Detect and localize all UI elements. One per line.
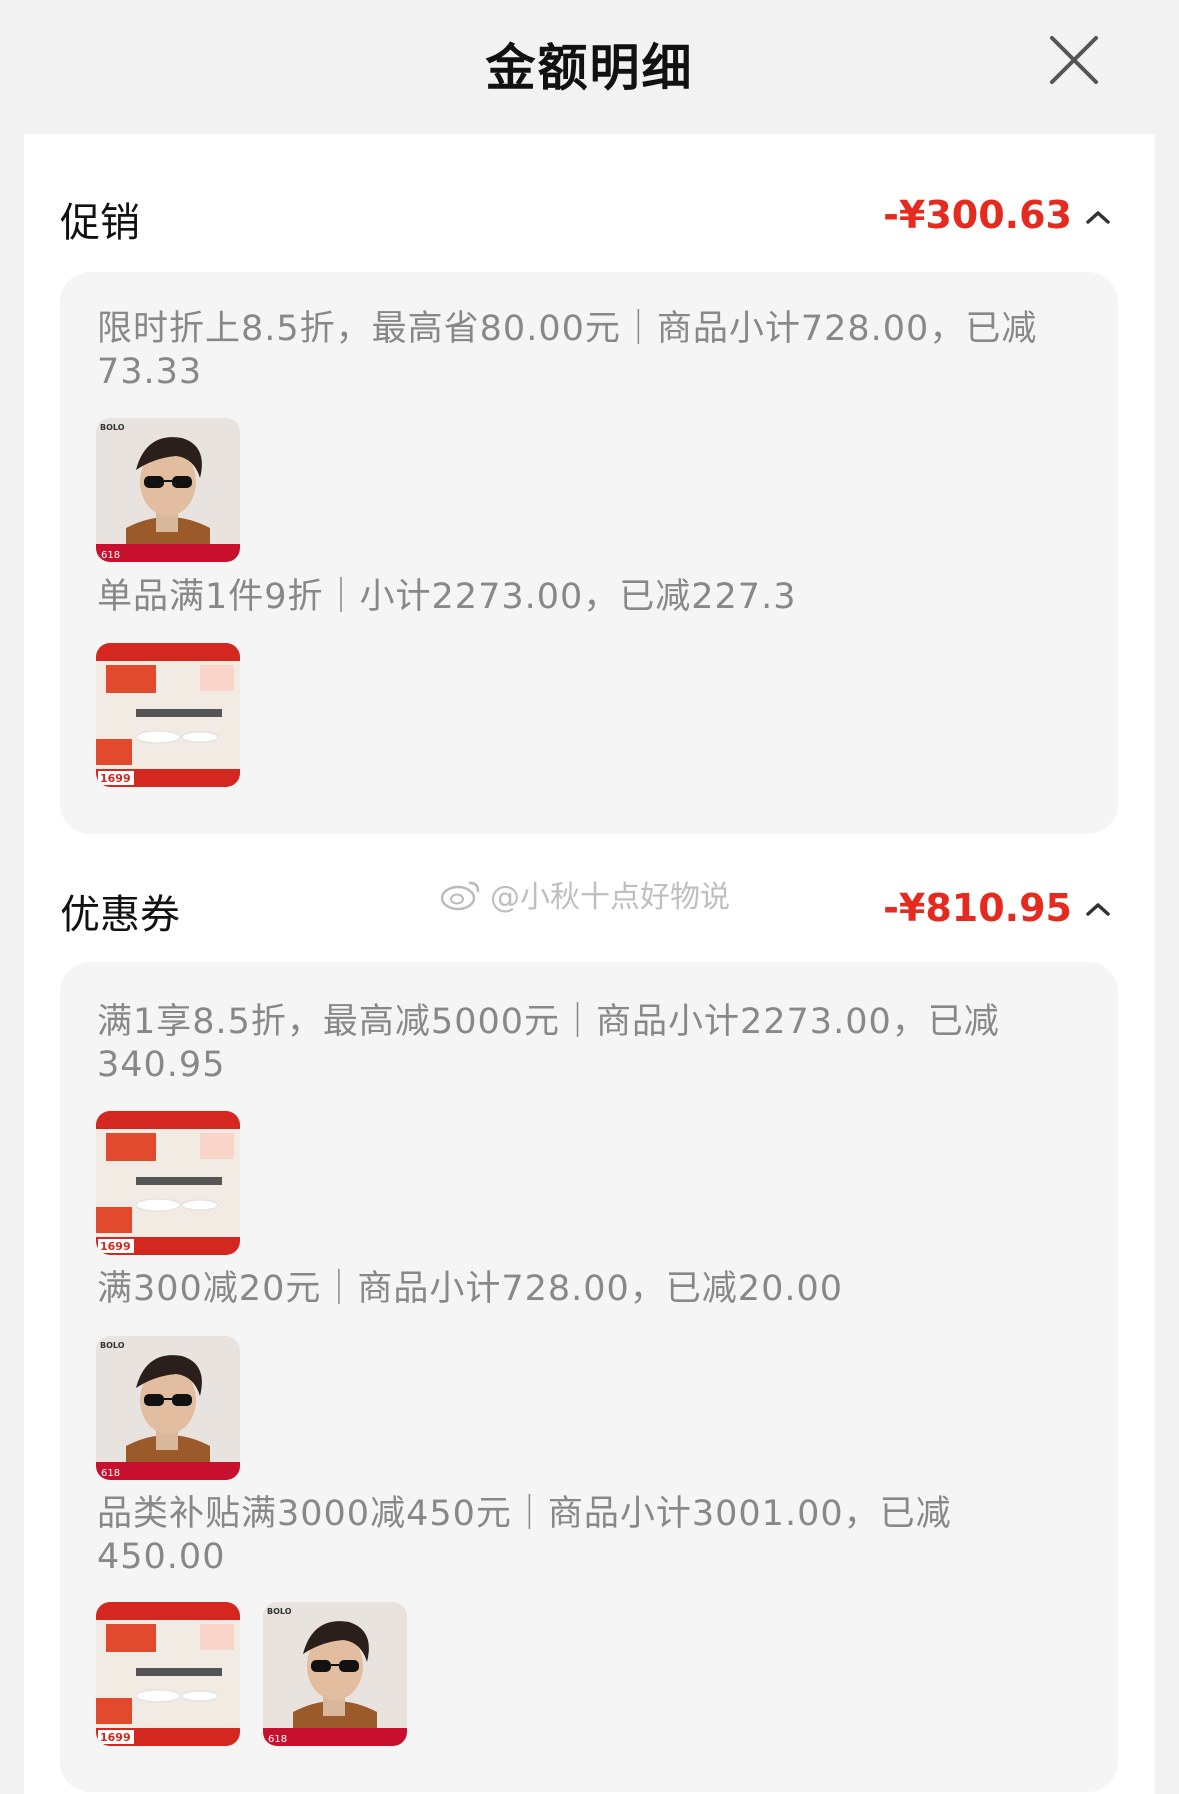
sunglasses-product-image: BOLO 618 [263,1602,407,1746]
rule-text: 限时折上8.5折，最高省80.00元｜商品小计728.00，已减 [97,309,1038,349]
close-icon[interactable] [1044,30,1104,90]
svg-text:BOLO: BOLO [100,423,125,432]
rule-text-cont: 73.33 [97,352,203,392]
amount-detail-sheet: 金额明细 促销 -¥300.63 限时折上8.5折，最高省80.00元｜商品小计… [0,0,1179,1794]
price-badge: 618 [268,1734,287,1745]
rule-text-cont: 450.00 [97,1537,226,1577]
coupon-rule-2: 满300减20元｜商品小计728.00，已减20.00 [97,1268,1097,1311]
watermark-text: @小秋十点好物说 [490,880,730,915]
ceiling-light-product-image: 1699 [96,1602,240,1746]
price-badge: 618 [101,550,120,561]
product-thumbnail-sunglasses[interactable]: BOLO 618 [96,418,240,562]
coupon-amount: -¥810.95 [883,886,1072,930]
promotion-amount: -¥300.63 [883,193,1072,237]
product-thumbnail-sunglasses[interactable]: BOLO 618 [96,1336,240,1480]
page-title: 金额明细 [485,39,694,97]
sunglasses-product-image: BOLO 618 [96,418,240,562]
product-thumbnail-ceiling-light[interactable]: 1699 [96,643,240,787]
svg-text:BOLO: BOLO [267,1607,292,1616]
rule-text-cont: 340.95 [97,1045,226,1085]
sunglasses-product-image: BOLO 618 [96,1336,240,1480]
chevron-up-icon[interactable] [1084,207,1112,227]
rule-text: 品类补贴满3000减450元｜商品小计3001.00，已减 [97,1494,952,1534]
rule-text: 满300减20元｜商品小计728.00，已减20.00 [97,1269,844,1309]
sheet-header: 金额明细 [0,0,1179,135]
coupon-title: 优惠券 [60,892,180,938]
rule-text: 单品满1件9折｜小计2273.00，已减227.3 [97,577,797,617]
watermark: @小秋十点好物说 [440,872,730,916]
product-thumbnail-ceiling-light[interactable]: 1699 [96,1602,240,1746]
coupon-rule-3: 品类补贴满3000减450元｜商品小计3001.00，已减 450.00 [97,1493,1097,1579]
product-thumbnail-ceiling-light[interactable]: 1699 [96,1111,240,1255]
weibo-icon [440,881,480,911]
price-badge: 1699 [100,1240,131,1253]
price-badge: 618 [101,1468,120,1479]
price-badge: 1699 [100,772,131,785]
ceiling-light-product-image: 1699 [96,643,240,787]
product-thumbnail-sunglasses[interactable]: BOLO 618 [263,1602,407,1746]
promotion-rule-2: 单品满1件9折｜小计2273.00，已减227.3 [97,576,1097,619]
price-badge: 1699 [100,1731,131,1744]
chevron-up-icon[interactable] [1084,899,1112,919]
promotion-rule-1: 限时折上8.5折，最高省80.00元｜商品小计728.00，已减 73.33 [97,308,1097,394]
promotion-title: 促销 [60,200,140,246]
svg-text:BOLO: BOLO [100,1341,125,1350]
rule-text: 满1享8.5折，最高减5000元｜商品小计2273.00，已减 [97,1002,1000,1042]
coupon-rule-1: 满1享8.5折，最高减5000元｜商品小计2273.00，已减 340.95 [97,1001,1097,1087]
ceiling-light-product-image: 1699 [96,1111,240,1255]
